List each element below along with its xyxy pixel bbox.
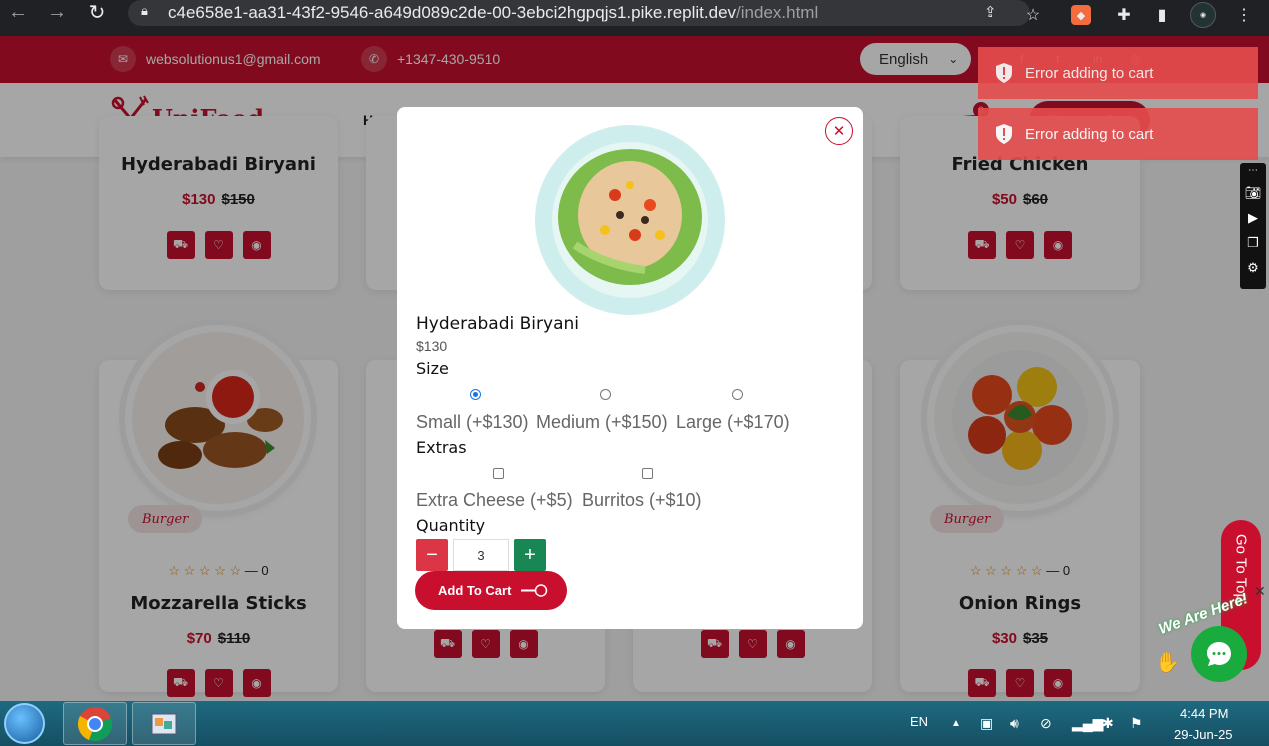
- signal-icon[interactable]: ▂▄▆: [1072, 715, 1103, 732]
- toast-message: Error adding to cart: [1025, 125, 1154, 143]
- shield-alert-icon: [996, 63, 1012, 83]
- camera-icon[interactable]: 📷︎: [1245, 185, 1262, 201]
- window-icon[interactable]: ❐: [1247, 235, 1259, 251]
- quantity-decrease-button[interactable]: −: [416, 539, 448, 571]
- size-small-label[interactable]: Small (+$130): [416, 412, 529, 433]
- paint-taskbar-icon[interactable]: [132, 702, 196, 745]
- size-large-radio[interactable]: [732, 389, 743, 400]
- clock-date[interactable]: 29-Jun-25: [1174, 727, 1233, 742]
- puzzle-icon[interactable]: ✚: [1112, 3, 1136, 27]
- quantity-increase-button[interactable]: +: [514, 539, 546, 571]
- start-button[interactable]: [4, 703, 45, 744]
- quantity-input[interactable]: 3: [453, 539, 509, 571]
- capture-toolbar: ⋯ 📷︎ ▶ ❐ ⚙: [1240, 163, 1266, 289]
- back-icon[interactable]: ←: [3, 0, 33, 27]
- extras-heading: Extras: [416, 438, 467, 457]
- chevron-up-icon[interactable]: ▲: [951, 718, 961, 729]
- action-center-icon[interactable]: ⚑: [1130, 715, 1143, 732]
- chrome-taskbar-icon[interactable]: [63, 702, 127, 745]
- sidepanel-icon[interactable]: ▮: [1150, 3, 1174, 27]
- gear-icon[interactable]: ⚙: [1247, 260, 1259, 276]
- language-indicator[interactable]: EN: [910, 714, 928, 729]
- url-host: c4e658e1-aa31-43f2-9546-a649d089c2de-00-…: [168, 3, 737, 22]
- url-text: c4e658e1-aa31-43f2-9546-a649d089c2de-00-…: [168, 3, 818, 23]
- forward-icon[interactable]: →: [42, 0, 72, 27]
- web-page: ✉ websolutionus1@gmail.com ✆ +1347-430-9…: [0, 36, 1269, 701]
- size-heading: Size: [416, 359, 449, 378]
- network-icon[interactable]: ⊘: [1040, 715, 1052, 732]
- bluetooth-icon[interactable]: ✱: [1102, 715, 1114, 732]
- reload-icon[interactable]: ↻: [82, 0, 112, 27]
- size-large-label[interactable]: Large (+$170): [676, 412, 790, 433]
- more-icon[interactable]: ⋯: [1248, 165, 1258, 176]
- modal-product-title: Hyderabadi Biryani: [416, 314, 579, 334]
- burritos-checkbox[interactable]: [642, 468, 653, 479]
- power-icon[interactable]: ▣: [980, 715, 993, 732]
- lock-icon: 🔒︎: [141, 3, 148, 18]
- share-icon[interactable]: ⇪: [984, 3, 997, 21]
- modal-product-price: $130: [416, 338, 448, 354]
- bookmark-star-icon[interactable]: ☆: [1021, 3, 1045, 27]
- extension-icon[interactable]: ◆: [1071, 5, 1091, 25]
- error-toast[interactable]: Error adding to cart: [978, 47, 1258, 99]
- shield-alert-icon: [996, 124, 1012, 144]
- extra-cheese-label[interactable]: Extra Cheese (+$5): [416, 490, 573, 511]
- os-taskbar: EN ▲ ▣ 🔊︎ ⊘ ▂▄▆ ✱ ⚑ 4:44 PM 29-Jun-25: [0, 701, 1269, 746]
- product-image: [535, 125, 725, 315]
- toggle-arrow-icon: [521, 584, 548, 597]
- quantity-heading: Quantity: [416, 516, 486, 535]
- url-path: /index.html: [736, 3, 819, 22]
- add-to-cart-label: Add To Cart: [438, 583, 512, 598]
- address-bar[interactable]: 🔒︎ c4e658e1-aa31-43f2-9546-a649d089c2de-…: [128, 0, 1030, 26]
- add-to-cart-button[interactable]: Add To Cart: [415, 571, 567, 610]
- toast-message: Error adding to cart: [1025, 64, 1154, 82]
- profile-avatar[interactable]: ◉: [1190, 2, 1216, 28]
- volume-icon[interactable]: 🔊︎: [1010, 715, 1019, 732]
- product-modal: ✕ Hyderabadi Biryani $130 Size Small (+$…: [397, 107, 863, 629]
- size-small-radio[interactable]: [470, 389, 481, 400]
- chat-icon: [1207, 642, 1231, 666]
- chat-button[interactable]: [1191, 626, 1247, 682]
- menu-icon[interactable]: ⋮: [1232, 3, 1256, 27]
- video-icon[interactable]: ▶: [1248, 210, 1258, 226]
- extra-cheese-checkbox[interactable]: [493, 468, 504, 479]
- burritos-label[interactable]: Burritos (+$10): [582, 490, 702, 511]
- clock-time[interactable]: 4:44 PM: [1180, 706, 1228, 721]
- browser-toolbar: ← → ↻ 🔒︎ c4e658e1-aa31-43f2-9546-a649d08…: [0, 0, 1269, 36]
- close-icon[interactable]: ✕: [825, 117, 853, 145]
- wave-hand-icon: ✋: [1155, 652, 1180, 674]
- size-medium-radio[interactable]: [600, 389, 611, 400]
- error-toast[interactable]: Error adding to cart: [978, 108, 1258, 160]
- size-medium-label[interactable]: Medium (+$150): [536, 412, 668, 433]
